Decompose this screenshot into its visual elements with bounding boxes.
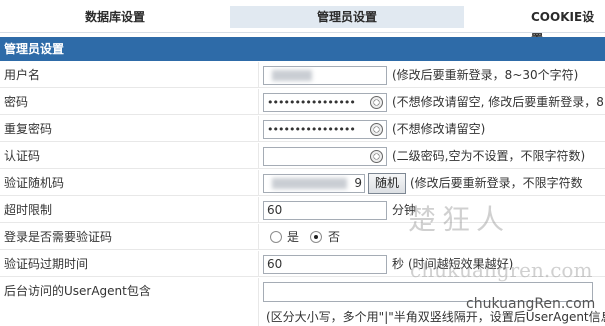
password-label: 密码 bbox=[0, 89, 259, 114]
key-icon[interactable] bbox=[370, 150, 383, 163]
password-confirm-hint: (不想修改请留空) bbox=[392, 122, 486, 136]
radio-no[interactable] bbox=[310, 231, 322, 243]
row-password-confirm: 重复密码 •••••••••••••••• (不想修改请留空) bbox=[0, 116, 605, 142]
row-login-captcha: 登录是否需要验证码 是 否 bbox=[0, 224, 605, 250]
captcha-expire-input[interactable]: 60 bbox=[263, 255, 387, 274]
captcha-expire-label: 验证码过期时间 bbox=[0, 251, 259, 276]
password-confirm-mask: •••••••••••••••• bbox=[267, 123, 356, 136]
watermark-url-faint: chukuangren.com bbox=[410, 258, 593, 282]
timeout-label: 超时限制 bbox=[0, 197, 259, 222]
section-header: 管理员设置 bbox=[0, 37, 605, 61]
watermark-logo: 楚狂人 bbox=[408, 203, 511, 236]
random-button[interactable]: 随机 bbox=[368, 173, 406, 194]
useragent-label: 后台访问的UserAgent包含 bbox=[0, 278, 259, 326]
blurred-value bbox=[272, 70, 312, 81]
login-captcha-label: 登录是否需要验证码 bbox=[0, 224, 259, 249]
username-hint: (修改后要重新登录，8~30个字符) bbox=[392, 68, 579, 82]
password-hint: (不想修改请留空, 修改后要重新登录，8 bbox=[392, 95, 604, 109]
password-confirm-label: 重复密码 bbox=[0, 116, 259, 141]
tab-admin-settings[interactable]: 管理员设置 bbox=[230, 6, 464, 28]
key-icon[interactable] bbox=[370, 123, 383, 136]
watermark-url: chukuangRen.com bbox=[466, 296, 596, 312]
auth-code-input[interactable] bbox=[263, 147, 387, 166]
timeout-input[interactable]: 60 bbox=[263, 201, 387, 220]
verify-random-tail: 9 bbox=[354, 176, 362, 190]
password-confirm-input[interactable]: •••••••••••••••• bbox=[263, 120, 387, 139]
row-username: 用户名 (修改后要重新登录，8~30个字符) bbox=[0, 62, 605, 88]
username-input[interactable] bbox=[263, 66, 387, 85]
password-mask: •••••••••••••••• bbox=[267, 96, 356, 109]
row-verify-random: 验证随机码 9 随机 (修改后要重新登录，不限字符数 bbox=[0, 170, 605, 196]
verify-random-hint: (修改后要重新登录，不限字符数 bbox=[410, 176, 583, 190]
radio-yes[interactable] bbox=[270, 231, 282, 243]
row-timeout: 超时限制 60 分钟 bbox=[0, 197, 605, 223]
row-auth-code: 认证码 (二级密码,空为不设置，不限字符数) bbox=[0, 143, 605, 169]
tab-bar: 数据库设置 管理员设置 COOKIE设置 bbox=[0, 0, 605, 46]
captcha-expire-unit: 秒 bbox=[392, 257, 405, 271]
key-icon[interactable] bbox=[370, 96, 383, 109]
auth-code-label: 认证码 bbox=[0, 143, 259, 168]
verify-random-input[interactable]: 9 bbox=[263, 174, 365, 193]
row-password: 密码 •••••••••••••••• (不想修改请留空, 修改后要重新登录，8 bbox=[0, 89, 605, 115]
radio-yes-label: 是 bbox=[287, 230, 300, 244]
tab-cookie-settings[interactable]: COOKIE设置 bbox=[464, 6, 605, 46]
password-input[interactable]: •••••••••••••••• bbox=[263, 93, 387, 112]
blurred-value bbox=[272, 178, 347, 189]
username-label: 用户名 bbox=[0, 62, 259, 87]
verify-random-label: 验证随机码 bbox=[0, 170, 259, 195]
radio-no-label: 否 bbox=[328, 230, 341, 244]
tab-database-settings[interactable]: 数据库设置 bbox=[0, 6, 230, 28]
auth-code-hint: (二级密码,空为不设置，不限字符数) bbox=[392, 149, 586, 163]
